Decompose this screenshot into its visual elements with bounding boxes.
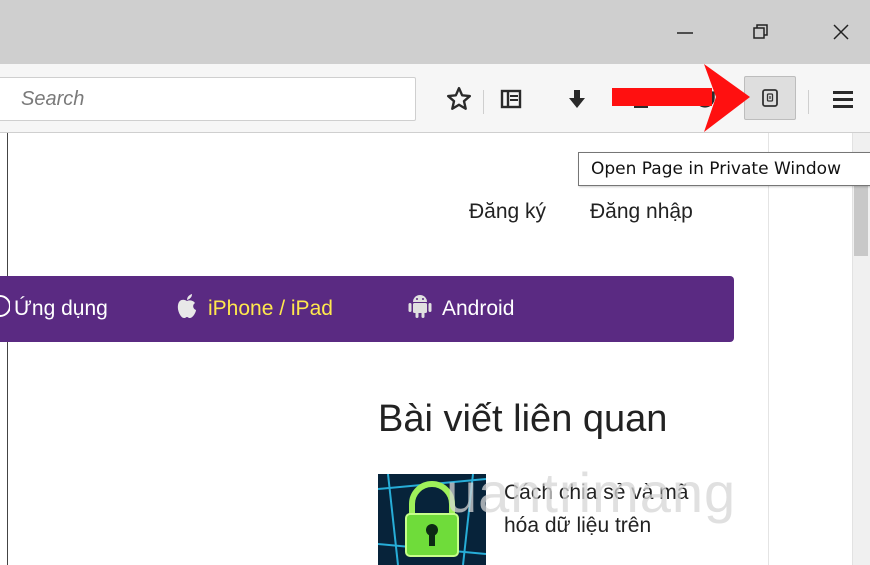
login-link[interactable]: Đăng nhập [590, 200, 693, 224]
tooltip-text: Open Page in Private Window [591, 159, 841, 179]
bookmark-button[interactable] [442, 82, 476, 116]
star-icon [446, 86, 472, 110]
minimize-button[interactable] [662, 0, 708, 64]
download-icon [569, 90, 585, 108]
navigation-toolbar [0, 64, 870, 133]
content-divider [768, 133, 769, 565]
menu-button[interactable] [826, 82, 860, 116]
close-icon [833, 24, 849, 40]
search-input[interactable] [0, 78, 415, 120]
nav-item-android[interactable]: Android [408, 276, 514, 342]
register-link[interactable]: Đăng ký [469, 200, 546, 224]
toolbar-separator [483, 90, 484, 114]
private-window-button[interactable] [744, 76, 796, 120]
home-icon [631, 90, 651, 108]
nav-item-label: Ứng dụng [14, 297, 108, 320]
android-icon [408, 293, 432, 325]
related-articles-heading: Bài viết liên quan [378, 398, 668, 440]
title-bar [0, 0, 870, 64]
home-button[interactable] [624, 82, 658, 116]
menu-icon [833, 91, 853, 108]
apple-icon [176, 293, 198, 325]
watermark: uantrimang [446, 461, 737, 524]
nav-item-iphone-ipad[interactable]: iPhone / iPad [176, 276, 333, 342]
minimize-icon [677, 32, 693, 34]
private-window-icon [762, 89, 778, 107]
nav-item-label: iPhone / iPad [208, 297, 333, 320]
restore-icon [753, 24, 768, 39]
pocket-button[interactable] [688, 82, 722, 116]
apps-icon [0, 294, 11, 324]
downloads-button[interactable] [560, 82, 594, 116]
close-button[interactable] [818, 0, 864, 64]
reading-list-button[interactable] [494, 82, 528, 116]
toolbar-separator [808, 90, 809, 114]
search-box[interactable] [0, 77, 416, 121]
category-navbar: Ứng dụng iPhone / iPad Android [0, 276, 734, 342]
pocket-icon [695, 91, 715, 108]
window-edge [7, 133, 8, 565]
reading-list-icon [500, 89, 522, 109]
restore-button[interactable] [738, 0, 784, 64]
private-window-tooltip: Open Page in Private Window [578, 152, 870, 186]
nav-item-apps[interactable]: Ứng dụng [0, 276, 108, 342]
nav-item-label: Android [442, 297, 515, 320]
